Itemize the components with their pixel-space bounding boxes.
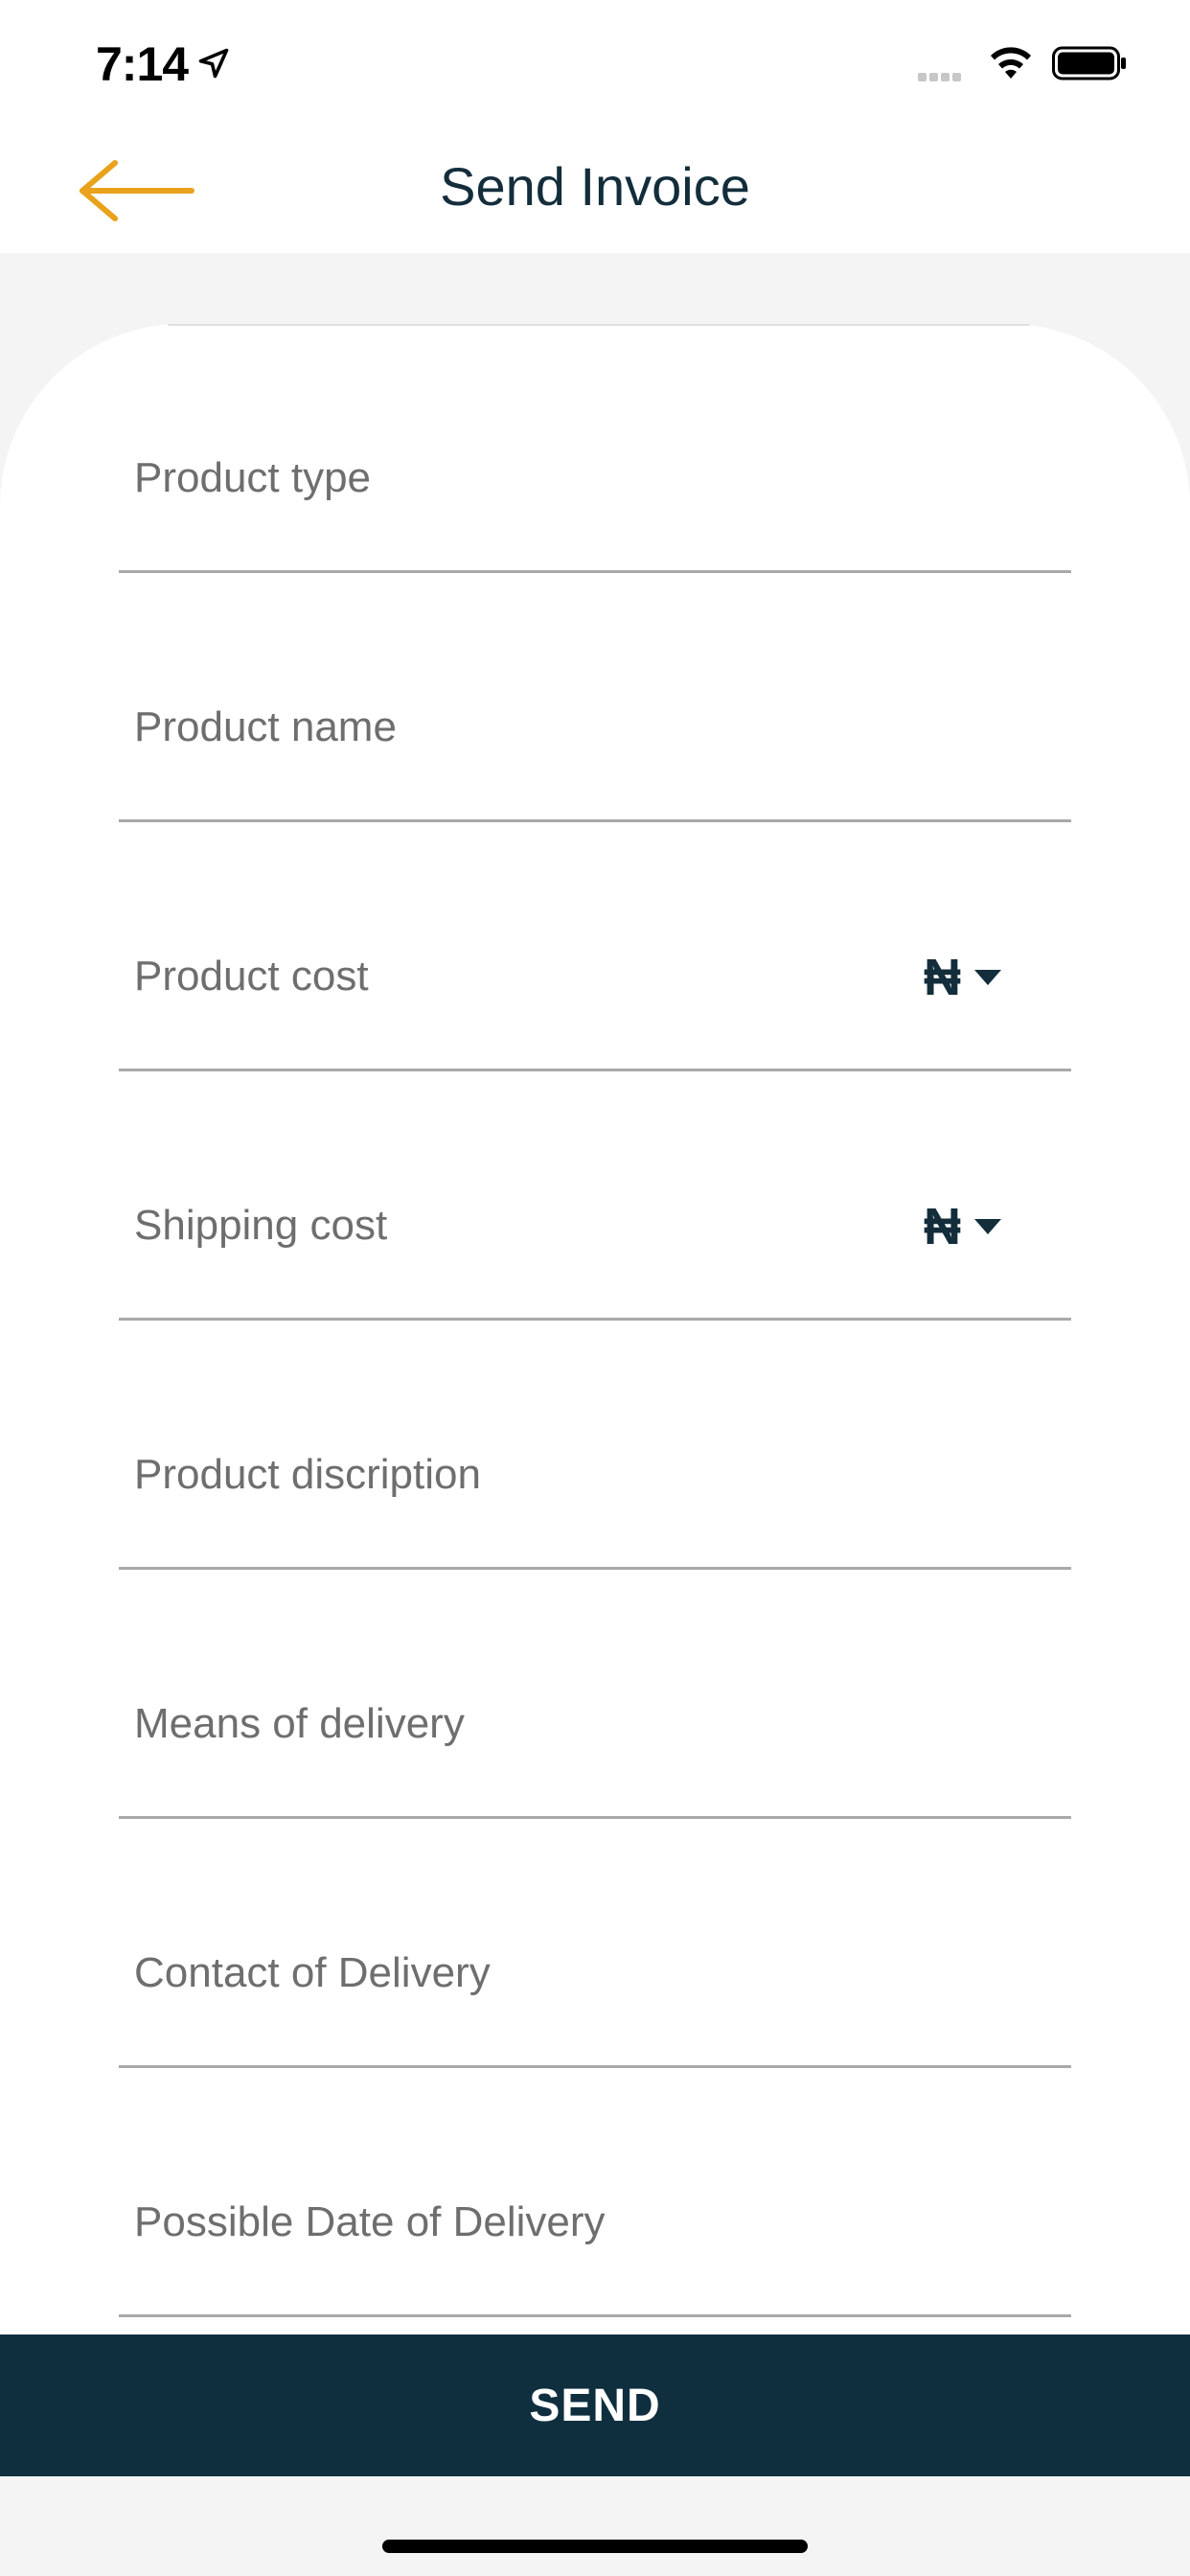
product-description-field[interactable]: Product discription	[119, 1321, 1071, 1570]
battery-icon	[1052, 46, 1126, 80]
naira-symbol: ₦	[924, 949, 961, 1006]
invoice-form: Product type Product name Product cost ₦…	[0, 324, 1190, 2336]
delivery-date-field[interactable]: Possible Date of Delivery	[119, 2068, 1071, 2317]
product-cost-currency-select[interactable]: ₦	[924, 947, 1039, 1008]
home-indicator	[382, 2540, 808, 2553]
shipping-cost-label: Shipping cost	[134, 1202, 388, 1249]
screen: 7:14 Send Invoice Product type Product n…	[0, 0, 1190, 2576]
status-bar: 7:14	[0, 0, 1190, 126]
product-type-field[interactable]: Product type	[119, 324, 1071, 573]
cellular-signal-icon	[918, 69, 964, 86]
product-cost-label: Product cost	[134, 953, 369, 1000]
product-description-label: Product discription	[134, 1451, 481, 1498]
means-of-delivery-label: Means of delivery	[134, 1700, 465, 1747]
page-title: Send Invoice	[440, 156, 750, 217]
naira-symbol: ₦	[924, 1198, 961, 1255]
means-of-delivery-field[interactable]: Means of delivery	[119, 1570, 1071, 1819]
shipping-cost-currency-select[interactable]: ₦	[924, 1196, 1039, 1257]
app-header: Send Invoice	[0, 126, 1190, 253]
product-name-field[interactable]: Product name	[119, 573, 1071, 822]
wifi-icon	[991, 47, 1031, 79]
delivery-date-label: Possible Date of Delivery	[134, 2198, 606, 2245]
shipping-cost-field[interactable]: Shipping cost ₦	[119, 1071, 1071, 1321]
contact-of-delivery-field[interactable]: Contact of Delivery	[119, 1819, 1071, 2068]
product-type-label: Product type	[134, 454, 372, 501]
field-underline	[119, 2314, 1071, 2317]
caret-down-icon	[974, 1219, 1001, 1234]
contact-of-delivery-label: Contact of Delivery	[134, 1949, 491, 1996]
send-button[interactable]: SEND	[0, 2334, 1190, 2476]
status-time: 7:14	[96, 37, 189, 91]
location-arrow-icon	[198, 48, 229, 79]
product-name-label: Product name	[134, 703, 397, 750]
caret-down-icon	[974, 970, 1001, 985]
product-cost-field[interactable]: Product cost ₦	[119, 822, 1071, 1071]
